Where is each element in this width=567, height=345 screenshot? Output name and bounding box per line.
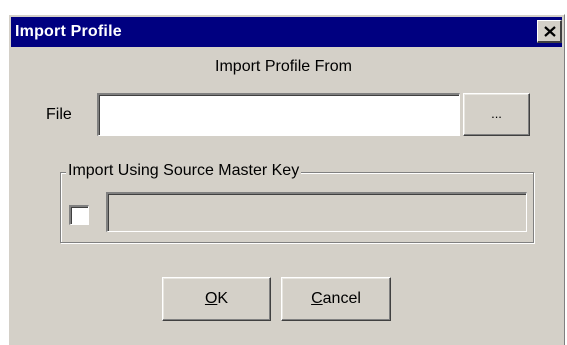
file-input[interactable]: [99, 95, 459, 135]
title-bar[interactable]: Import Profile: [11, 17, 562, 47]
close-icon: [544, 26, 556, 37]
ok-button-label: OK: [204, 290, 229, 307]
browse-button-label: ...: [491, 106, 502, 121]
cancel-button[interactable]: Cancel: [281, 277, 391, 321]
section-heading: Import Profile From: [215, 58, 352, 75]
window-title: Import Profile: [15, 23, 122, 40]
close-button[interactable]: [537, 20, 562, 43]
ok-button[interactable]: OK: [162, 277, 271, 321]
browse-button[interactable]: ...: [463, 93, 530, 136]
file-field[interactable]: [97, 93, 460, 136]
use-master-key-checkbox[interactable]: [69, 205, 89, 225]
master-key-group-label: Import Using Source Master Key: [66, 162, 302, 180]
file-label: File: [46, 106, 72, 123]
master-key-field: [106, 192, 527, 232]
cancel-button-label: Cancel: [311, 290, 361, 307]
